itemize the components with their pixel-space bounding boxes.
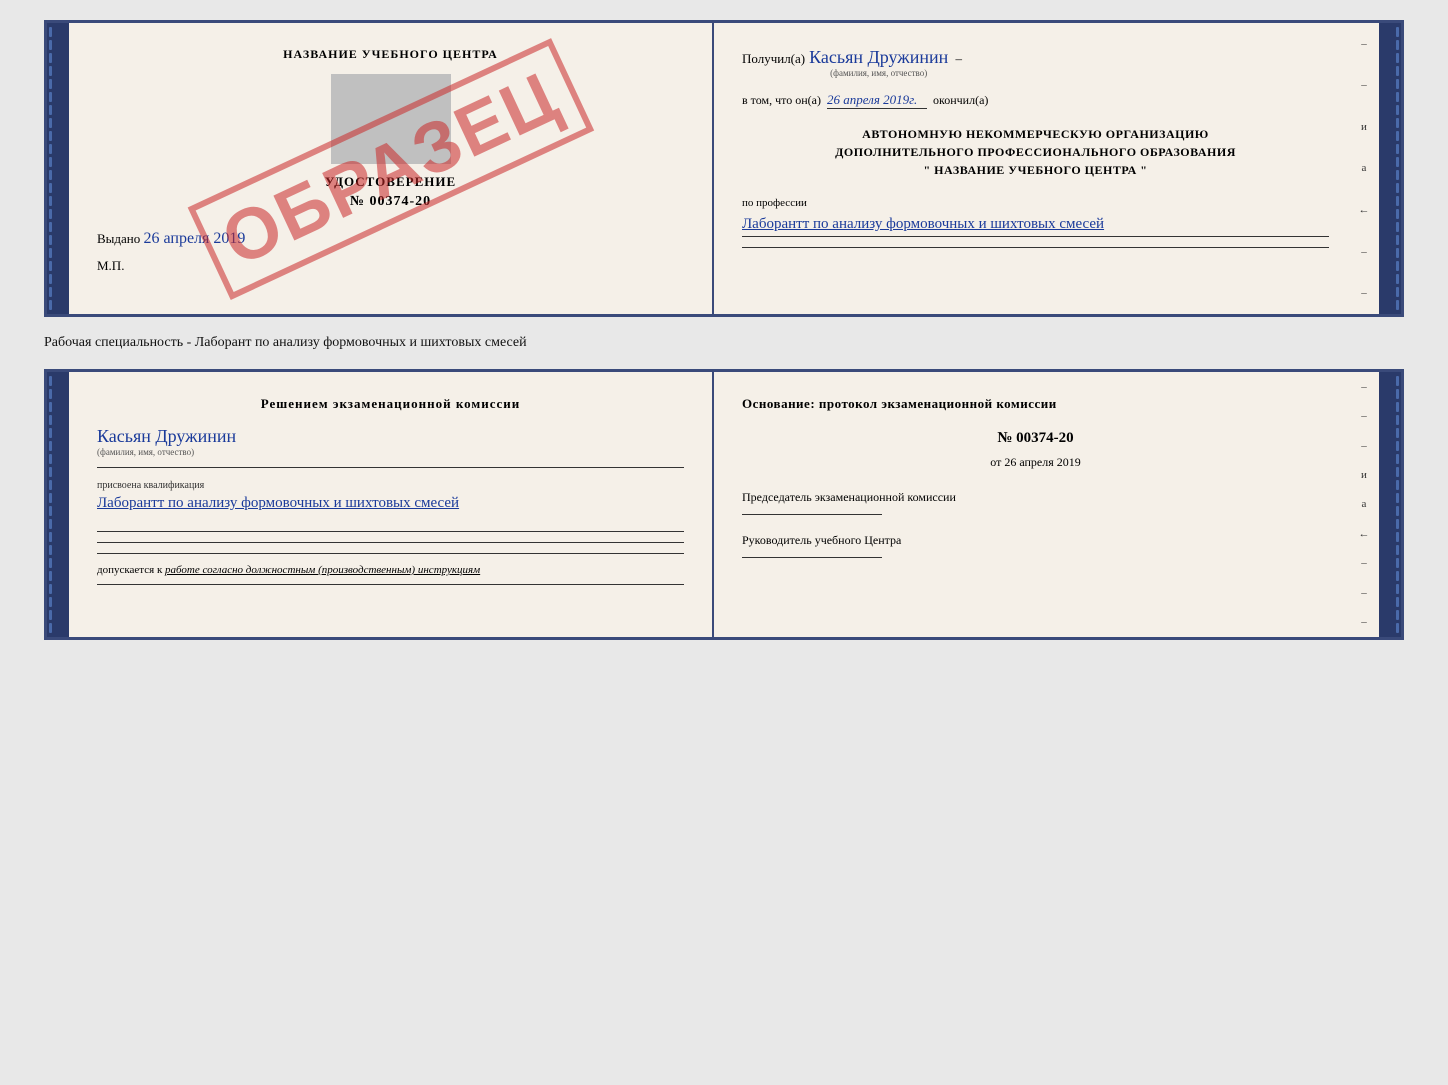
poluchil-prefix: Получил(а) xyxy=(742,51,805,67)
org-line2: ДОПОЛНИТЕЛЬНОГО ПРОФЕССИОНАЛЬНОГО ОБРАЗО… xyxy=(742,143,1329,161)
rukov-block: Руководитель учебного Центра xyxy=(742,531,1329,558)
predsedatel-block: Председатель экзаменационной комиссии xyxy=(742,488,1329,515)
bottom-document: Решением экзаменационной комиссии Касьян… xyxy=(44,369,1404,640)
rukov-title: Руководитель учебного Центра xyxy=(742,533,901,547)
doc1-right-panel: Получил(а) Касьян Дружинин (фамилия, имя… xyxy=(714,23,1379,314)
org-line1: АВТОНОМНУЮ НЕКОММЕРЧЕСКУЮ ОРГАНИЗАЦИЮ xyxy=(742,125,1329,143)
org-block: АВТОНОМНУЮ НЕКОММЕРЧЕСКУЮ ОРГАНИЗАЦИЮ ДО… xyxy=(742,125,1329,179)
photo-placeholder xyxy=(331,74,451,164)
ot-date-val: 26 апреля 2019 xyxy=(1004,455,1080,469)
fio-subtitle-top: (фамилия, имя, отчество) xyxy=(809,68,948,78)
sign-lines xyxy=(97,531,684,554)
doc2-left-panel: Решением экзаменационной комиссии Касьян… xyxy=(69,372,714,637)
predsedatel-sign-line xyxy=(742,514,882,515)
udost-title: УДОСТОВЕРЕНИЕ xyxy=(97,174,684,190)
ot-date: от 26 апреля 2019 xyxy=(742,455,1329,470)
bottom-right-spine xyxy=(1379,372,1401,637)
vtom-prefix: в том, что он(а) xyxy=(742,93,821,108)
right-markers-top: – – и а ← – – xyxy=(1349,23,1379,314)
dopusk-val: работе согласно должностным (производств… xyxy=(165,564,480,576)
osnov-title: Основание: протокол экзаменационной коми… xyxy=(742,396,1329,412)
doc2-right-panel: Основание: протокол экзаменационной коми… xyxy=(714,372,1379,637)
right-spine xyxy=(1379,23,1401,314)
okonchil: окончил(а) xyxy=(933,93,988,108)
prisvoena-label: присвоена квалификация xyxy=(97,480,684,491)
udost-number: № 00374-20 xyxy=(97,194,684,210)
doc1-inner: НАЗВАНИЕ УЧЕБНОГО ЦЕНТРА УДОСТОВЕРЕНИЕ №… xyxy=(69,23,1379,314)
udost-block: УДОСТОВЕРЕНИЕ № 00374-20 xyxy=(97,174,684,210)
vydano-line: Выдано 26 апреля 2019 xyxy=(97,230,684,248)
received-line: Получил(а) Касьян Дружинин (фамилия, имя… xyxy=(742,47,1329,78)
professiya-value: Лаборантт по анализу формовочных и шихто… xyxy=(742,212,1329,237)
protocol-number: № 00374-20 xyxy=(742,430,1329,447)
fio-handwritten: Касьян Дружинин (фамилия, имя, отчество) xyxy=(97,426,684,468)
subtitle-line: Рабочая специальность - Лаборант по анал… xyxy=(44,335,1404,351)
vtom-line: в том, что он(а) 26 апреля 2019г. окончи… xyxy=(742,92,1329,109)
po-professii-label: по профессии xyxy=(742,197,807,209)
recipient-name: Касьян Дружинин xyxy=(809,47,948,67)
dopuskaetsya: допускается к работе согласно должностны… xyxy=(97,564,684,576)
mp-line: М.П. xyxy=(97,258,684,274)
org-line3: " НАЗВАНИЕ УЧЕБНОГО ЦЕНТРА " xyxy=(742,161,1329,179)
doc2-inner: Решением экзаменационной комиссии Касьян… xyxy=(69,372,1379,637)
predsedatel-title: Председатель экзаменационной комиссии xyxy=(742,490,956,504)
vtom-date: 26 апреля 2019г. xyxy=(827,92,927,109)
doc1-header: НАЗВАНИЕ УЧЕБНОГО ЦЕНТРА xyxy=(97,47,684,62)
bottom-left-spine xyxy=(47,372,69,637)
doc1-left-panel: НАЗВАНИЕ УЧЕБНОГО ЦЕНТРА УДОСТОВЕРЕНИЕ №… xyxy=(69,23,714,314)
commission-title: Решением экзаменационной комиссии xyxy=(97,396,684,412)
commission-fio: Касьян Дружинин xyxy=(97,426,236,446)
dopusk-prefix: допускается к xyxy=(97,564,162,576)
vydano-date: 26 апреля 2019 xyxy=(144,230,246,247)
vydano-prefix: Выдано xyxy=(97,231,140,246)
professiya-block: по профессии Лаборантт по анализу формов… xyxy=(742,195,1329,248)
left-spine xyxy=(47,23,69,314)
rukov-sign-line xyxy=(742,557,882,558)
kvali-value: Лаборантт по анализу формовочных и шихто… xyxy=(97,491,684,515)
right-markers-bottom: – – – и а ← – – – xyxy=(1349,372,1379,637)
commission-fio-subtitle: (фамилия, имя, отчество) xyxy=(97,447,684,457)
top-document: НАЗВАНИЕ УЧЕБНОГО ЦЕНТРА УДОСТОВЕРЕНИЕ №… xyxy=(44,20,1404,317)
ot-prefix: от xyxy=(990,455,1001,469)
